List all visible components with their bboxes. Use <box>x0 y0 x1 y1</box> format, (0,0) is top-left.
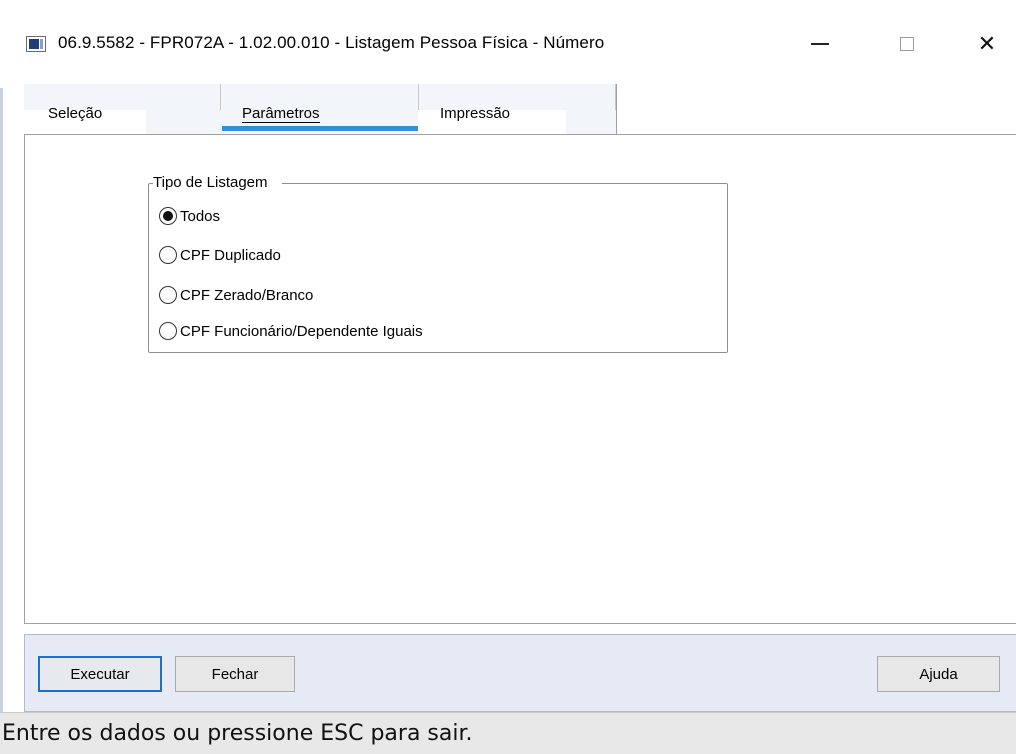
radio-label: Todos <box>180 207 221 225</box>
tab-strip: Seleção Parâmetros Impressão <box>24 84 616 134</box>
radio-unchecked-icon[interactable] <box>159 246 177 264</box>
tab-label: Impressão <box>440 105 511 122</box>
status-message: Entre os dados ou pressione ESC para sai… <box>2 721 473 746</box>
radio-label: CPF Duplicado <box>180 246 281 264</box>
active-tab-indicator <box>222 126 418 131</box>
radio-cpf-funcionario-dependente[interactable]: CPF Funcionário/Dependente Iguais <box>159 322 423 340</box>
radio-unchecked-icon[interactable] <box>159 286 177 304</box>
group-legend: Tipo de Listagem <box>153 174 282 191</box>
window-left-edge <box>0 88 3 712</box>
ajuda-button[interactable]: Ajuda <box>877 656 1000 692</box>
tab-impressao[interactable]: Impressão <box>420 84 566 134</box>
close-icon: ✕ <box>977 31 997 56</box>
executar-button[interactable]: Executar <box>38 656 162 692</box>
radio-todos[interactable]: Todos <box>159 207 220 225</box>
tab-parametros[interactable]: Parâmetros <box>220 84 418 134</box>
close-window-button[interactable]: ✕ <box>964 24 1010 64</box>
radio-cpf-zerado-branco[interactable]: CPF Zerado/Branco <box>159 286 313 304</box>
radio-cpf-duplicado[interactable]: CPF Duplicado <box>159 246 281 264</box>
maximize-button[interactable] <box>884 24 930 64</box>
radio-label: CPF Funcionário/Dependente Iguais <box>180 322 423 340</box>
tab-label: Seleção <box>48 105 103 122</box>
fechar-button[interactable]: Fechar <box>175 656 295 692</box>
minimize-icon <box>811 43 829 45</box>
title-bar[interactable]: 06.9.5582 - FPR072A - 1.02.00.010 - List… <box>0 0 1016 88</box>
radio-unchecked-icon[interactable] <box>159 322 177 340</box>
maximize-icon <box>900 37 914 51</box>
status-bar: Entre os dados ou pressione ESC para sai… <box>0 712 1016 754</box>
radio-checked-icon[interactable] <box>159 207 177 225</box>
tab-label: Parâmetros <box>242 105 320 123</box>
tab-selecao[interactable]: Seleção <box>24 84 146 134</box>
button-bar <box>24 634 1016 712</box>
app-window-icon[interactable] <box>26 36 46 52</box>
radio-label: CPF Zerado/Branco <box>180 286 314 304</box>
tab-panel-edge <box>616 84 617 134</box>
window-title: 06.9.5582 - FPR072A - 1.02.00.010 - List… <box>58 33 605 52</box>
tab-separator <box>418 84 419 110</box>
minimize-button[interactable] <box>797 24 843 64</box>
